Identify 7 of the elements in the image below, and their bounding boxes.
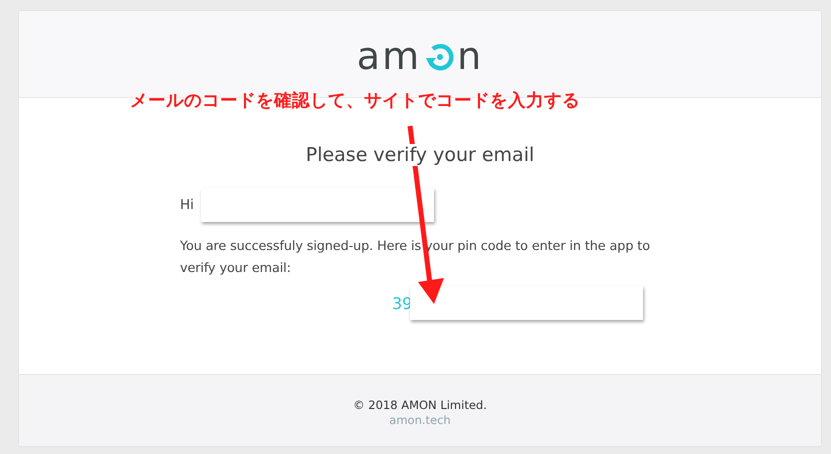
refresh-circle-icon [424,42,454,72]
website-link[interactable]: amon.tech [389,413,451,427]
logo-text: am [356,37,422,75]
annotation-text: メールのコードを確認して、サイトでコードを入力する [130,90,580,112]
greeting-text: Hi [180,197,194,213]
logo-text: n [457,37,484,75]
copyright-text: © 2018 AMON Limited. [353,398,487,412]
